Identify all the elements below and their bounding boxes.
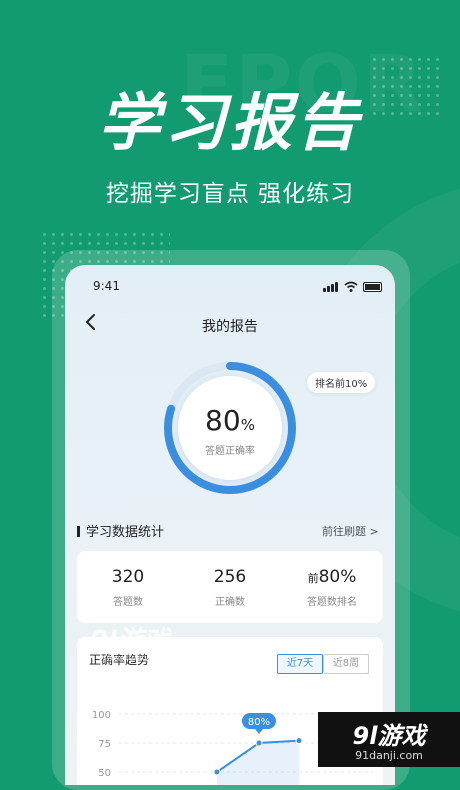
- stat-label: 答题数排名: [307, 597, 357, 608]
- section-marker: [77, 526, 80, 537]
- phone-screen: 9:41 我的报告 80% 答题正确率 排名前10% 学习数据统计 前往刷题 >: [65, 265, 395, 785]
- stat-answered: 320 答题数: [77, 567, 179, 608]
- hero-title: 学习报告: [97, 86, 362, 159]
- y-tick-label: 50: [98, 768, 111, 779]
- score-unit: %: [240, 416, 255, 434]
- status-time: 9:41: [93, 279, 120, 293]
- data-point: [213, 768, 221, 776]
- stat-correct: 256 正确数: [179, 567, 281, 608]
- stat-label: 正确数: [215, 597, 245, 608]
- hero-subtitle: 挖掘学习盲点 强化练习: [105, 181, 355, 207]
- stat-value: 320: [111, 567, 145, 587]
- y-tick-label: 100: [92, 710, 111, 721]
- stat-rank: 前80% 答题数排名: [281, 567, 383, 608]
- section-title-text: 学习数据统计: [86, 525, 165, 540]
- stats-card: 320 答题数 256 正确数 前80% 答题数排名: [77, 551, 383, 623]
- highlight-pointer: [255, 729, 263, 734]
- tab-7-days[interactable]: 近7天: [277, 654, 323, 674]
- tab-8-weeks[interactable]: 近8周: [323, 654, 369, 674]
- highlight-label: 80%: [248, 717, 270, 728]
- stat-label: 答题数: [113, 597, 143, 608]
- page-title: 我的报告: [202, 319, 258, 335]
- score-ring: 80% 答题正确率: [162, 360, 298, 496]
- section-title: 学习数据统计: [77, 521, 164, 540]
- score-ring-center: 80% 答题正确率: [178, 376, 282, 480]
- data-point: [255, 739, 263, 747]
- stat-value: 前80%: [307, 567, 357, 587]
- score-number: 80: [205, 404, 241, 437]
- go-practice-link[interactable]: 前往刷题 >: [322, 523, 379, 539]
- wifi-icon: [344, 281, 358, 292]
- signal-icon: [323, 282, 339, 292]
- battery-icon: [363, 282, 382, 292]
- rank-badge: 排名前10%: [307, 372, 376, 393]
- y-tick-label: 75: [98, 739, 111, 750]
- watermark-badge: 9l游戏 91danji.com: [318, 712, 460, 767]
- stat-value: 256: [213, 567, 247, 587]
- status-bar: 9:41: [65, 279, 395, 295]
- watermark-logo: 9l游戏 www.91danji.com: [90, 626, 171, 662]
- score-label: 答题正确率: [205, 446, 255, 457]
- score-value: 80%: [178, 404, 282, 437]
- data-point: [295, 737, 303, 745]
